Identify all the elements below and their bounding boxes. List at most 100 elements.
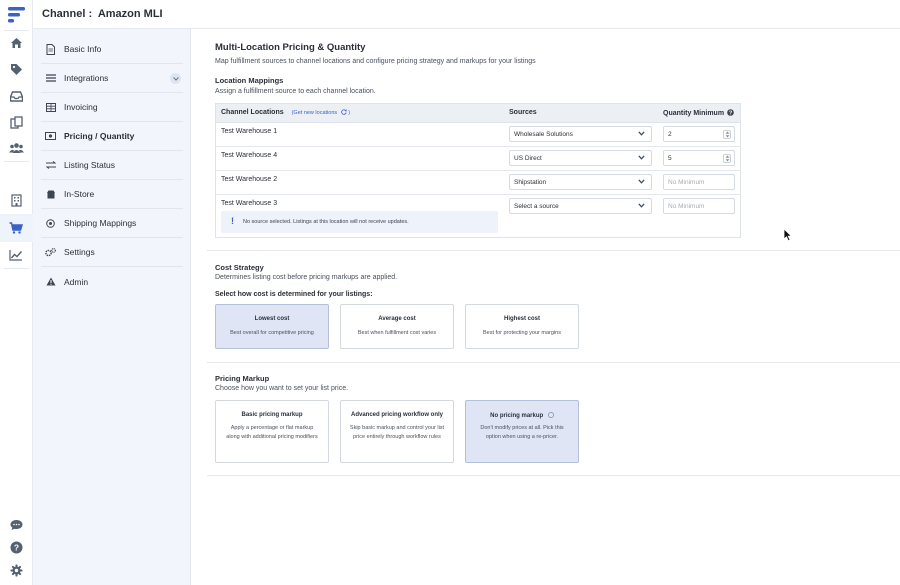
rail-divider	[4, 161, 29, 162]
sidebar-item-label: In-Store	[64, 189, 95, 199]
warning-text: No source selected. Listings at this loc…	[243, 219, 409, 225]
card-description: Best when fulfillment cost varies	[357, 330, 437, 336]
sidebar-item-label: Listing Status	[64, 160, 116, 170]
sidebar-item-invoicing[interactable]: Invoicing	[41, 93, 183, 122]
card-title: No pricing markup	[490, 413, 544, 419]
sidebar-item-shipping-mappings[interactable]: Shipping Mappings	[41, 209, 183, 238]
card-description: Skip basic markup and control your list …	[349, 425, 445, 440]
column-header-qty-min: Quantity Minimum ?	[663, 109, 734, 117]
sidebar-item-settings[interactable]: Settings	[41, 238, 183, 267]
chart-icon[interactable]	[8, 247, 24, 263]
list-icon	[44, 74, 57, 82]
gear-icon[interactable]	[8, 562, 24, 578]
cogs-icon	[44, 247, 57, 257]
markup-option-none[interactable]: No pricing markup Don't modify prices at…	[465, 400, 579, 463]
pricing-markup-description: Choose how you want to set your list pri…	[215, 385, 349, 392]
settings-sidebar: Basic Info Integrations Invoicing Pricin…	[33, 29, 191, 585]
quantity-stepper[interactable]	[723, 154, 731, 163]
location-name: Test Warehouse 1	[221, 128, 278, 135]
source-select-value: US Direct	[514, 155, 542, 162]
help-circle-icon[interactable]	[547, 412, 554, 418]
source-select-value: Wholesale Solutions	[514, 131, 573, 138]
home-icon[interactable]	[8, 35, 24, 51]
document-icon	[44, 43, 57, 55]
quantity-minimum-placeholder: No Minimum	[668, 179, 705, 186]
sidebar-item-label: Integrations	[64, 73, 109, 83]
rail-divider	[4, 268, 29, 269]
section-divider	[207, 362, 900, 363]
cost-option-highest[interactable]: Highest cost Best for protecting your ma…	[465, 304, 579, 349]
source-select-value: Select a source	[514, 203, 559, 210]
column-header-label: Quantity Minimum	[663, 110, 725, 117]
pricing-markup-heading: Pricing Markup	[215, 374, 270, 383]
quantity-minimum-input[interactable]: 5	[663, 150, 735, 166]
chevron-down-icon	[638, 203, 645, 208]
main-content: Multi-Location Pricing & Quantity Map fu…	[191, 29, 900, 585]
help-icon[interactable]: ?	[8, 539, 24, 555]
quantity-minimum-input[interactable]: No Minimum	[663, 198, 735, 214]
sidebar-item-label: Settings	[64, 247, 95, 257]
top-bar: Channel : Amazon MLI	[33, 0, 900, 29]
chevron-down-icon[interactable]	[170, 73, 181, 84]
inbox-icon[interactable]	[8, 88, 24, 104]
markup-option-basic[interactable]: Basic pricing markup Apply a percentage …	[215, 400, 329, 463]
location-name: Test Warehouse 2	[221, 176, 278, 183]
rail-divider	[4, 30, 29, 31]
app-logo[interactable]	[7, 6, 26, 24]
quantity-minimum-input[interactable]: No Minimum	[663, 174, 735, 190]
source-select[interactable]: Select a source	[509, 198, 652, 214]
sidebar-item-label: Invoicing	[64, 102, 98, 112]
table-icon	[44, 102, 57, 112]
no-source-warning: ! No source selected. Listings at this l…	[221, 211, 498, 233]
cart-icon[interactable]	[8, 220, 24, 236]
quantity-minimum-input[interactable]: 2	[663, 126, 735, 142]
svg-text:?: ?	[13, 542, 18, 552]
alert-icon	[44, 277, 57, 286]
source-select[interactable]: US Direct	[509, 150, 652, 166]
sidebar-item-basic-info[interactable]: Basic Info	[41, 35, 183, 64]
chevron-down-icon	[638, 131, 645, 136]
quantity-stepper[interactable]	[723, 130, 731, 139]
icon-rail: ?	[0, 0, 33, 585]
section-title: Multi-Location Pricing & Quantity	[215, 42, 366, 53]
column-header-locations: Channel Locations (Get new locations )	[221, 109, 350, 116]
help-circle-icon[interactable]: ?	[727, 109, 734, 117]
cost-option-lowest[interactable]: Lowest cost Best overall for competitive…	[215, 304, 329, 349]
chevron-down-icon	[638, 179, 645, 184]
store-icon	[44, 190, 57, 199]
building-icon[interactable]	[8, 192, 24, 208]
markup-option-advanced[interactable]: Advanced pricing workflow only Skip basi…	[340, 400, 454, 463]
sidebar-item-integrations[interactable]: Integrations	[41, 64, 183, 93]
source-select[interactable]: Wholesale Solutions	[509, 126, 652, 142]
quantity-minimum-value: 2	[668, 131, 672, 138]
card-description: Best for protecting your margins	[483, 330, 561, 336]
chat-icon[interactable]	[8, 517, 24, 533]
quantity-minimum-value: 5	[668, 155, 672, 162]
sidebar-item-in-store[interactable]: In-Store	[41, 180, 183, 209]
column-header-sources: Sources	[509, 109, 537, 116]
source-select-value: Shipstation	[514, 179, 547, 186]
get-new-locations-label: Get new locations	[293, 110, 338, 116]
sidebar-item-admin[interactable]: Admin	[41, 267, 183, 296]
column-header-label: Channel Locations	[221, 109, 284, 116]
sidebar-item-listing-status[interactable]: Listing Status	[41, 151, 183, 180]
card-title: Advanced pricing workflow only	[350, 412, 443, 418]
cost-option-average[interactable]: Average cost Best when fulfillment cost …	[340, 304, 454, 349]
users-icon[interactable]	[8, 140, 24, 156]
get-new-locations-link[interactable]: (Get new locations )	[292, 109, 350, 116]
chevron-down-icon	[638, 155, 645, 160]
table-row: Test Warehouse 1 Wholesale Solutions 2	[216, 123, 740, 147]
sidebar-item-label: Admin	[64, 276, 89, 287]
card-description: Don't modify prices at all. Pick this op…	[480, 425, 564, 440]
exclamation-icon: !	[231, 216, 234, 226]
location-mappings-description: Assign a fulfillment source to each chan…	[215, 88, 376, 95]
copy-icon[interactable]	[8, 114, 24, 130]
tag-icon[interactable]	[8, 61, 24, 77]
mouse-cursor-icon	[783, 228, 793, 242]
sidebar-item-label: Shipping Mappings	[64, 218, 137, 228]
sidebar-item-pricing-quantity[interactable]: Pricing / Quantity	[41, 122, 183, 151]
card-title-row: No pricing markup	[466, 412, 578, 419]
card-description: Apply a percentage or flat markup along …	[226, 425, 318, 440]
location-name: Test Warehouse 4	[221, 152, 278, 159]
source-select[interactable]: Shipstation	[509, 174, 652, 190]
